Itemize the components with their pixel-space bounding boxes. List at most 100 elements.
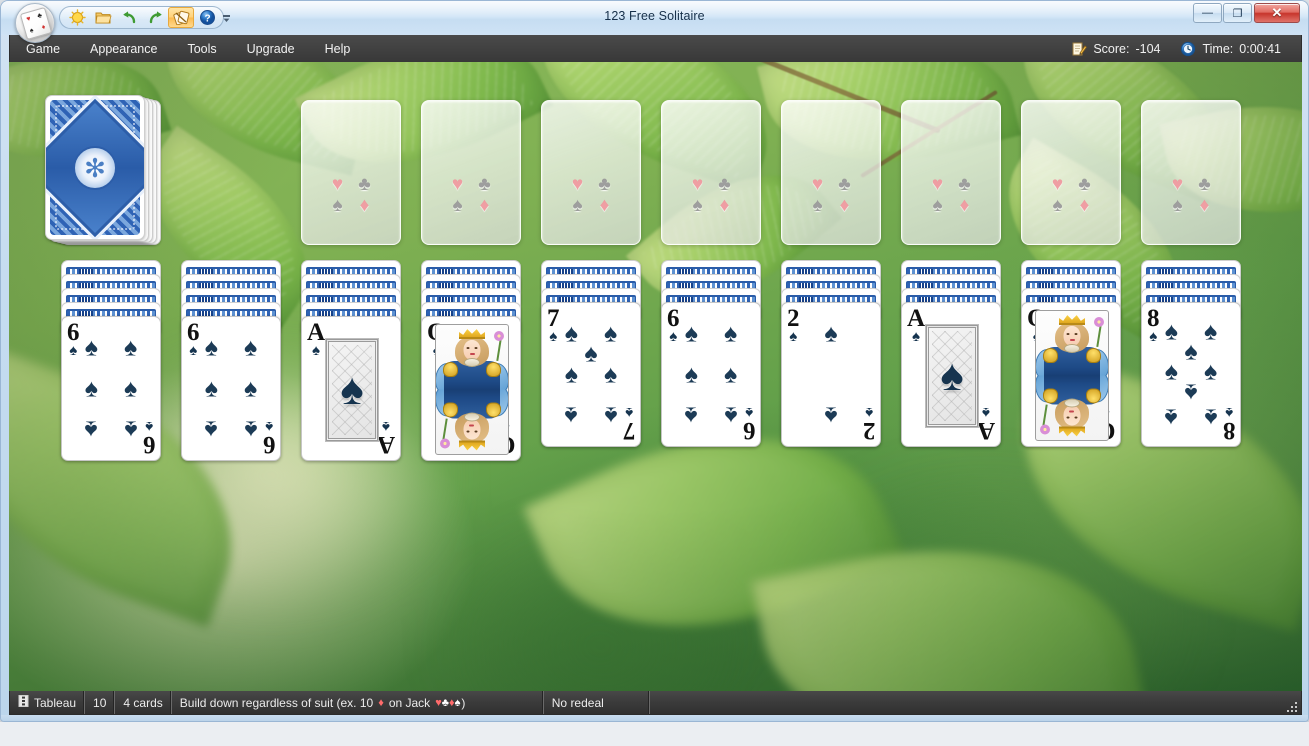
queen-crown [1059,315,1085,325]
face-up-card-8-spades[interactable]: 8 ♠ 8 ♠ ♠ ♠ ♠ ♠ ♠ ♠ ♠ ♠ [1141,302,1241,447]
face-up-card-7-spades[interactable]: 7 ♠ 7 ♠ ♠ ♠ ♠ ♠ ♠ ♠ ♠ [541,302,641,447]
spade-pip-icon: ♠ [243,415,258,444]
spade-pip-icon: ♠ [84,374,99,402]
undo-icon[interactable] [116,7,142,28]
maximize-button[interactable]: ❐ [1223,3,1252,23]
face-up-card-6-spades[interactable]: 6 ♠ 6 ♠ ♠ ♠ ♠ ♠ ♠ ♠ [61,316,161,461]
face-up-card-Q-spades[interactable]: Q♠Q♠ [421,316,521,461]
queen-shoulder-left [486,402,501,417]
resize-grip[interactable] [1283,698,1297,712]
queen-shoulder-right [486,362,501,377]
foundation-suit-hint: ♥ ♣ ♠ ♦ [445,175,497,215]
diamond-icon: ♦ [599,195,610,216]
heart-icon: ♥ [571,174,584,195]
queen-lips [1069,339,1075,341]
status-pile-count: 10 [85,691,116,714]
playing-cards-icon: ♥ ♣ ♠ ♦ [19,6,53,41]
time-value: 0:00:41 [1239,41,1281,56]
face-up-card-6-spades[interactable]: 6 ♠ 6 ♠ ♠ ♠ ♠ ♠ ♠ ♠ [181,316,281,461]
menu-item-upgrade[interactable]: Upgrade [233,38,309,60]
face-up-card-A-spades[interactable]: A ♠ A ♠ ♠ [901,302,1001,447]
club-icon: ♣ [358,174,371,195]
minimize-button[interactable]: — [1193,3,1222,23]
spade-pip-icon: ♠ [603,401,618,430]
score-label: Score: [1093,41,1130,56]
spade-icon: ♠ [572,195,583,216]
face-up-card-2-spades[interactable]: 2 ♠ 2 ♠ ♠ ♠ [781,302,881,447]
redo-icon[interactable] [142,7,168,28]
stock-pile[interactable]: ✻ [45,95,165,247]
queen-collar [1064,398,1080,407]
maximize-icon: ❐ [1232,7,1243,20]
queen-lips [1069,410,1075,412]
queen-shoulder-left [1043,348,1058,363]
status-pile-type: Tableau [10,691,86,714]
face-up-card-Q-spades[interactable]: Q♠Q♠ [1021,302,1121,447]
window-bottom-edge [1,715,1308,721]
rule-prefix: Build down regardless of suit (ex. 10 [179,695,374,710]
foundation-suit-hint: ♥ ♣ ♠ ♦ [805,175,857,215]
foundation-slot-3[interactable]: ♥ ♣ ♠ ♦ [541,100,641,245]
foundation-slot-1[interactable]: ♥ ♣ ♠ ♦ [301,100,401,245]
spade-icon: ♠ [454,696,461,709]
queen-flower-stem [1042,403,1048,427]
spade-icon: ♠ [189,342,198,359]
spade-icon: ♠ [864,404,873,421]
card-corner-br: 2 ♠ [863,404,876,444]
stock-top-card-back[interactable]: ✻ [45,95,145,240]
foundation-suit-hint: ♥ ♣ ♠ ♦ [1165,175,1217,215]
court-half-top [436,325,508,390]
desktop-background [0,722,1309,746]
menu-item-appearance[interactable]: Appearance [76,38,171,60]
foundation-slot-5[interactable]: ♥ ♣ ♠ ♦ [781,100,881,245]
queen-flower-stem [442,417,448,441]
foundation-slot-7[interactable]: ♥ ♣ ♠ ♦ [1021,100,1121,245]
large-spade-icon: ♠ [940,351,964,400]
menu-item-tools[interactable]: Tools [173,38,230,60]
queen-eye-left [1074,416,1078,418]
diamond-icon: ♦ [359,195,370,216]
spade-pip-icon: ♠ [204,374,219,402]
club-icon: ♣ [1198,174,1211,195]
card-corner-tl: 8 ♠ [1147,306,1160,344]
game-board[interactable]: ✻ ♥ ♣ ♠ ♦ ♥ ♣ ♠ ♦ ♥ ♣ ♠ ♦ ♥ ♣ ♠ ♦ ♥ ♣ ♠ ♦ ♥ ♣ ♠ ♦ ♥ ♣ ♠ ♦ ♥ ♣ ♠… [9,62,1302,691]
folder-icon[interactable] [90,7,116,28]
queen-shoulder-right [1043,388,1058,403]
spade-pip-icon: ♠ [584,339,598,368]
foundation-slot-2[interactable]: ♥ ♣ ♠ ♦ [421,100,521,245]
spade-icon: ♠ [549,328,558,345]
foundation-slot-4[interactable]: ♥ ♣ ♠ ♦ [661,100,761,245]
court-half-bot [1036,375,1108,441]
spade-icon: ♠ [744,404,753,421]
club-icon: ♣ [718,174,731,195]
spade-icon: ♠ [1224,404,1233,421]
menu-item-help[interactable]: Help [311,38,365,60]
card-rank: 8 [1222,417,1236,444]
face-up-card-6-spades[interactable]: 6 ♠ 6 ♠ ♠ ♠ ♠ ♠ ♠ ♠ [661,302,761,447]
card-corner-br: 6 ♠ [743,404,756,444]
spade-pip-icon: ♠ [564,401,579,430]
toolbar-overflow-chevron-icon[interactable] [219,11,233,25]
spade-pip-icon: ♠ [1203,317,1218,346]
foundation-slot-8[interactable]: ♥ ♣ ♠ ♦ [1141,100,1241,245]
app-menu-orb[interactable]: ♥ ♣ ♠ ♦ [15,3,55,43]
heart-icon: ♥ [1171,174,1184,195]
close-button[interactable]: ✕ [1254,3,1300,23]
new-game-icon[interactable] [64,7,90,28]
face-up-card-A-spades[interactable]: A ♠ A ♠ ♠ [301,316,401,461]
queen-flower [494,331,504,341]
foundation-slot-6[interactable]: ♥ ♣ ♠ ♦ [901,100,1001,245]
spade-pip-icon: ♠ [243,333,258,362]
queen-lips [469,424,475,426]
queen-eye-right [474,347,478,349]
spade-icon: ♠ [912,328,921,345]
help-icon[interactable]: ? [194,7,220,28]
restart-icon[interactable] [168,7,194,28]
diamond-icon: ♦ [719,195,730,216]
card-corner-tl: 6 ♠ [667,306,680,344]
queen-eye-left [466,347,470,349]
card-corner-tl: A ♠ [907,306,925,344]
spade-pip-icon: ♠ [1164,403,1179,432]
diamond-icon: ♦ [959,195,970,216]
spade-pip-icon: ♠ [84,415,99,444]
